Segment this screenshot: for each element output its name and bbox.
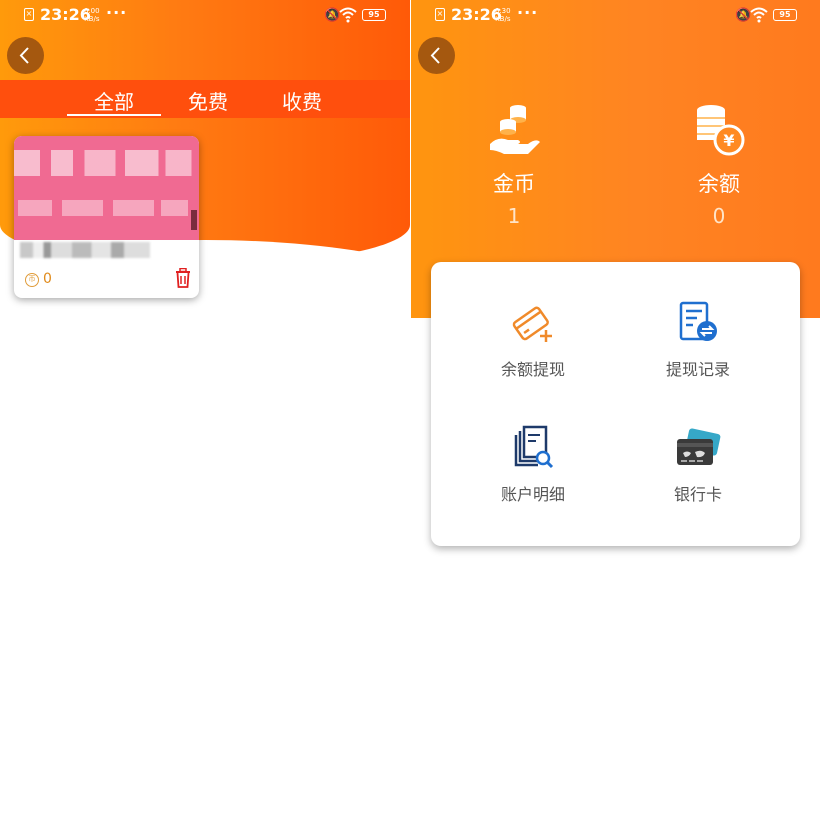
stat-value: 1 bbox=[507, 204, 521, 228]
action-withdraw-records[interactable]: 提现记录 bbox=[623, 300, 773, 380]
card-cover-image bbox=[14, 136, 199, 240]
stat-label: 余额 bbox=[698, 172, 740, 196]
action-label: 银行卡 bbox=[673, 485, 722, 504]
card-plus-icon bbox=[512, 306, 552, 342]
sim-icon: × bbox=[435, 8, 445, 21]
active-tab-indicator bbox=[67, 114, 161, 116]
chevron-left-icon bbox=[430, 47, 440, 64]
action-label: 余额提现 bbox=[500, 360, 565, 379]
speed-value: 0.30 bbox=[495, 7, 511, 15]
action-label: 账户明细 bbox=[500, 485, 565, 504]
mute-bell-icon: 🔕 bbox=[735, 8, 752, 23]
tab-all[interactable]: 全部 bbox=[79, 86, 149, 115]
coin-icon: 币 bbox=[25, 273, 39, 287]
content-card[interactable]: 币 0 bbox=[14, 136, 199, 298]
back-button[interactable] bbox=[7, 37, 44, 74]
card-title-blurred bbox=[20, 242, 150, 258]
sim-icon: × bbox=[24, 8, 34, 21]
action-bank-card[interactable]: 银行卡 bbox=[623, 425, 773, 505]
speed-unit: KB/s bbox=[495, 15, 511, 23]
actions-panel: 余额提现 提现记录 账户明细 银行卡 bbox=[431, 262, 800, 546]
bank-card-icon bbox=[677, 428, 721, 465]
wifi-icon bbox=[750, 7, 768, 23]
coin-count: 0 bbox=[43, 271, 52, 287]
speed-unit: KB/s bbox=[84, 15, 100, 23]
coins-yen-icon: ¥ bbox=[697, 105, 745, 156]
yen-symbol: ¥ bbox=[723, 131, 734, 150]
mute-bell-icon: 🔕 bbox=[324, 8, 341, 23]
stat-label: 金币 bbox=[493, 172, 535, 196]
stat-value: 0 bbox=[712, 204, 726, 228]
back-button[interactable] bbox=[418, 37, 455, 74]
trash-icon[interactable] bbox=[174, 268, 192, 288]
action-label: 提现记录 bbox=[665, 360, 730, 379]
chevron-left-icon bbox=[19, 47, 29, 64]
stat-gold-coins[interactable]: 金币 1 bbox=[454, 100, 574, 228]
battery-icon: 95 bbox=[773, 9, 797, 21]
left-screen: × 23:26 0.00 KB/s ··· 🔕 95 全部 免费 收费 币 0 bbox=[0, 0, 410, 830]
tab-free[interactable]: 免费 bbox=[173, 86, 243, 115]
status-bar: × 23:26 0.00 KB/s ··· 🔕 95 bbox=[0, 0, 410, 32]
network-speed: 0.30 KB/s bbox=[495, 7, 511, 23]
coins-hand-icon bbox=[490, 105, 540, 154]
right-screen: × 23:26 0.30 KB/s ··· 🔕 95 金币 1 ¥ 余额 0 余… bbox=[411, 0, 820, 830]
wifi-icon bbox=[339, 7, 357, 23]
tab-paid[interactable]: 收费 bbox=[267, 86, 337, 115]
record-exchange-icon bbox=[679, 301, 717, 341]
action-account-details[interactable]: 账户明细 bbox=[458, 425, 608, 505]
more-notifications-icon: ··· bbox=[106, 3, 128, 22]
battery-icon: 95 bbox=[362, 9, 386, 21]
more-notifications-icon: ··· bbox=[517, 3, 539, 22]
stat-balance[interactable]: ¥ 余额 0 bbox=[659, 100, 779, 228]
action-balance-withdraw[interactable]: 余额提现 bbox=[458, 300, 608, 380]
tab-bar: 全部 免费 收费 bbox=[0, 80, 410, 118]
speed-value: 0.00 bbox=[84, 7, 100, 15]
document-search-icon bbox=[514, 425, 554, 469]
network-speed: 0.00 KB/s bbox=[84, 7, 100, 23]
status-bar: × 23:26 0.30 KB/s ··· 🔕 95 bbox=[411, 0, 820, 32]
